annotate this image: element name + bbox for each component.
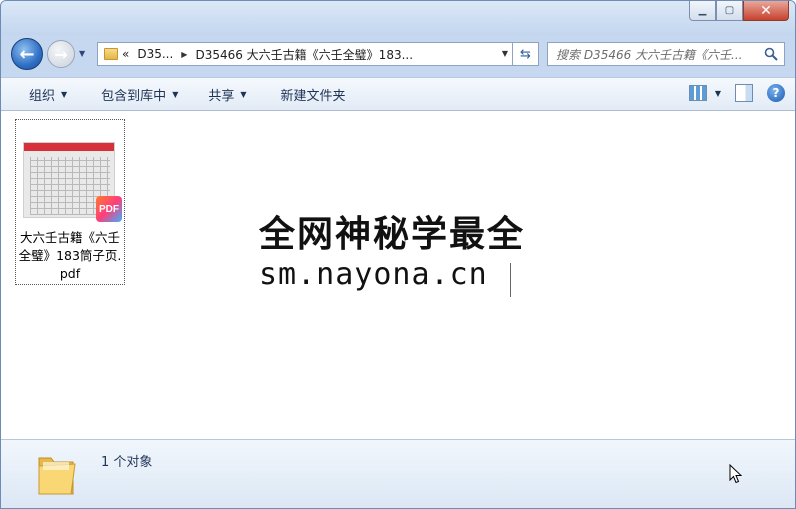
watermark-title: 全网神秘学最全 bbox=[259, 214, 526, 255]
new-folder-label: 新建文件夹 bbox=[280, 88, 346, 104]
include-in-library-button[interactable]: 包含到库中 ▼ bbox=[81, 85, 192, 104]
maximize-button[interactable]: ▢ bbox=[716, 1, 743, 21]
help-icon[interactable]: ? bbox=[767, 84, 785, 102]
close-icon: ✕ bbox=[760, 2, 772, 19]
search-icon[interactable] bbox=[764, 47, 778, 61]
explorer-window: ▁ ▢ ✕ ← → ▼ « D35... ▶ D35466 大六壬古籍《六壬全璧… bbox=[0, 0, 796, 509]
chevron-down-icon: ▼ bbox=[240, 89, 247, 99]
pdf-icon: PDF bbox=[96, 196, 122, 222]
breadcrumb-parent[interactable]: D35... bbox=[133, 47, 177, 61]
breadcrumb-overflow[interactable]: « bbox=[118, 47, 133, 61]
breadcrumb-separator-icon[interactable]: ▶ bbox=[177, 50, 191, 59]
forward-button[interactable]: → bbox=[47, 40, 75, 68]
close-button[interactable]: ✕ bbox=[743, 1, 789, 21]
arrow-right-icon: → bbox=[54, 44, 68, 64]
change-view-button[interactable]: ▼ bbox=[688, 85, 721, 101]
chevron-down-icon: ▼ bbox=[79, 49, 86, 58]
maximize-icon: ▢ bbox=[724, 5, 735, 16]
new-folder-button[interactable]: 新建文件夹 bbox=[261, 85, 360, 104]
view-options-icon bbox=[688, 85, 707, 101]
recent-pages-dropdown[interactable]: ▼ bbox=[79, 49, 85, 58]
mouse-cursor-icon bbox=[729, 464, 743, 484]
chevron-down-icon: ▼ bbox=[172, 89, 179, 99]
refresh-icon: ⇆ bbox=[520, 46, 531, 62]
window-controls: ▁ ▢ ✕ bbox=[689, 1, 789, 21]
folder-icon bbox=[38, 457, 76, 495]
navigation-bar: ← → ▼ « D35... ▶ D35466 大六壬古籍《六壬全璧》183..… bbox=[1, 35, 795, 73]
search-box[interactable]: 搜索 D35466 大六壬古籍《六壬... bbox=[547, 42, 785, 66]
watermark-url: sm.nayona.cn bbox=[259, 257, 488, 292]
chevron-down-icon: ▼ bbox=[714, 88, 721, 98]
file-name[interactable]: 大六壬古籍《六壬全璧》183筒子页.pdf bbox=[18, 229, 122, 283]
preview-pane-icon[interactable] bbox=[735, 84, 753, 102]
text-caret bbox=[510, 263, 511, 297]
item-count: 1 个对象 bbox=[101, 455, 153, 470]
include-library-label: 包含到库中 bbox=[101, 88, 167, 104]
title-bar: ▁ ▢ ✕ bbox=[1, 1, 795, 35]
view-controls: ▼ ? bbox=[688, 84, 785, 102]
refresh-button[interactable]: ⇆ bbox=[513, 42, 539, 66]
file-item[interactable]: PDF 大六壬古籍《六壬全璧》183筒子页.pdf bbox=[15, 119, 125, 285]
thumbnail-header-bar bbox=[24, 143, 114, 151]
search-input[interactable]: 搜索 D35466 大六壬古籍《六壬... bbox=[548, 46, 754, 63]
share-label: 共享 bbox=[208, 88, 235, 104]
minimize-icon: ▁ bbox=[698, 5, 707, 16]
organize-label: 组织 bbox=[29, 88, 56, 104]
folder-icon bbox=[104, 48, 118, 60]
back-button[interactable]: ← bbox=[11, 38, 43, 70]
organize-button[interactable]: 组织 ▼ bbox=[1, 85, 81, 104]
address-dropdown-icon[interactable]: ▼ bbox=[502, 49, 508, 58]
pdf-badge-label: PDF bbox=[99, 203, 119, 215]
details-pane: 1 个对象 bbox=[1, 439, 795, 508]
share-button[interactable]: 共享 ▼ bbox=[192, 85, 260, 104]
watermark-overlay: 全网神秘学最全 sm.nayona.cn bbox=[251, 203, 551, 305]
chevron-down-icon: ▼ bbox=[61, 89, 68, 99]
command-bar: 组织 ▼ 包含到库中 ▼ 共享 ▼ 新建文件夹 ▼ ? bbox=[1, 77, 795, 111]
breadcrumb-current[interactable]: D35466 大六壬古籍《六壬全璧》183... bbox=[191, 46, 417, 63]
file-list[interactable]: PDF 大六壬古籍《六壬全璧》183筒子页.pdf 全网神秘学最全 sm.nay… bbox=[1, 111, 795, 439]
arrow-left-icon: ← bbox=[19, 43, 35, 65]
minimize-button[interactable]: ▁ bbox=[689, 1, 716, 21]
address-bar[interactable]: « D35... ▶ D35466 大六壬古籍《六壬全璧》183... ▼ bbox=[97, 42, 513, 66]
